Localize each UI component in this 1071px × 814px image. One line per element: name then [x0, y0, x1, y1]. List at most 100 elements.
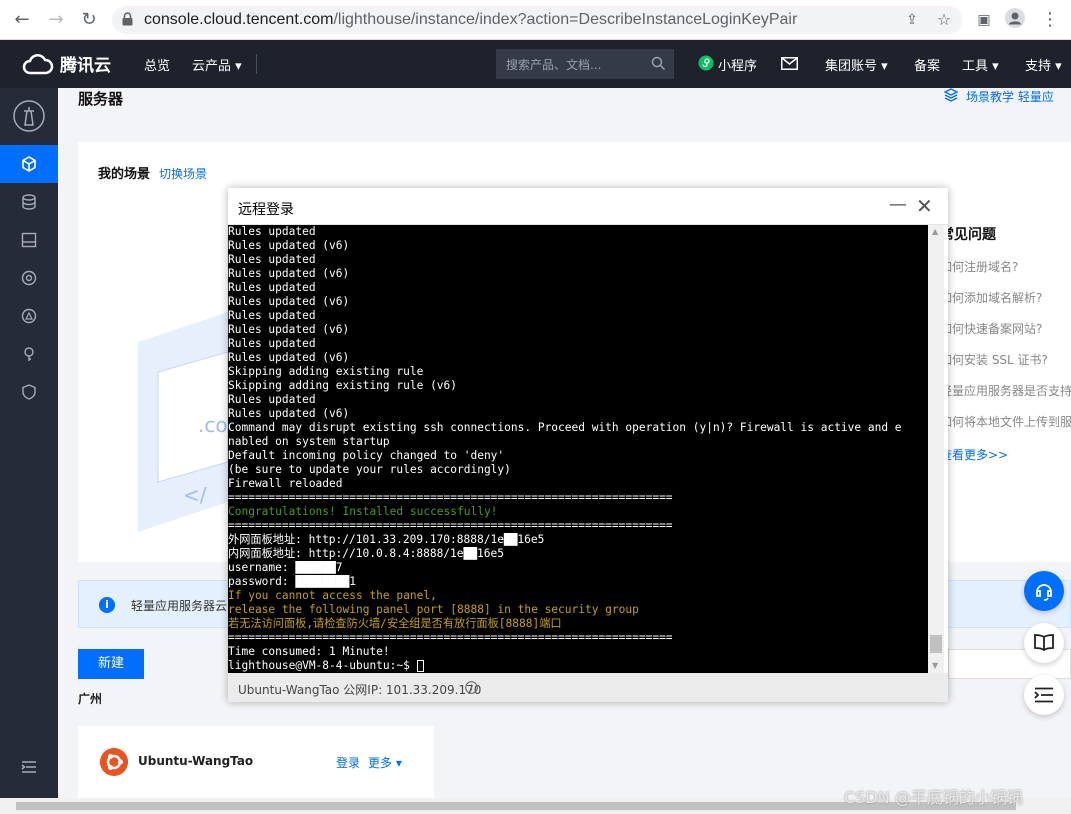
menu-kebab-icon[interactable]: ⋮	[1038, 8, 1062, 32]
forward-arrow-icon[interactable]: →	[44, 8, 68, 32]
faq-item[interactable]: 如何添加域名解析?	[940, 289, 1071, 306]
info-text: 轻量应用服务器云	[131, 599, 228, 613]
terminal-line: (be sure to update your rules accordingl…	[228, 463, 511, 476]
svg-text:.co: .co	[198, 413, 228, 437]
more-dropdown[interactable]: 更多 ▾	[368, 754, 402, 771]
sidebar-collapse[interactable]	[0, 748, 58, 786]
region-label: 广州	[78, 692, 103, 706]
faq-panel: 常见问题 如何注册域名? 如何添加域名解析? 如何快速备案网站? 如何安装 SS…	[940, 224, 1071, 463]
brand-name: 腾讯云	[60, 56, 111, 76]
page-title: 服务器	[78, 90, 124, 108]
terminal-line: ========================================…	[228, 631, 673, 644]
sidebar-item-servers[interactable]	[0, 145, 58, 183]
terminal-line: Time consumed: 1 Minute!	[228, 645, 390, 658]
instance-name[interactable]: Ubuntu-WangTao	[138, 754, 253, 768]
faq-item[interactable]: 轻量应用服务器是否支持	[940, 382, 1071, 399]
nav-group-account[interactable]: 集团账号 ▾	[825, 55, 888, 74]
database-icon	[22, 194, 36, 210]
sidebar-item-key[interactable]	[0, 335, 58, 373]
search-input[interactable]: 搜索产品、文档...	[496, 49, 674, 79]
nav-products[interactable]: 云产品 ▾	[192, 55, 242, 74]
dialog-footer: Ubuntu-WangTao 公网IP: 101.33.209.170	[228, 673, 948, 702]
customer-service-button[interactable]	[1024, 571, 1064, 611]
address-bar[interactable]: console.cloud.tencent.com/lighthouse/ins…	[112, 6, 962, 34]
sidebar-item-disk[interactable]	[0, 221, 58, 259]
url-path: /lighthouse/instance/index?action=Descri…	[333, 11, 798, 28]
terminal-line: password: ████████1	[228, 575, 356, 588]
watermark: CSDN @平底锅的小锅锅	[844, 788, 1023, 807]
scroll-up-icon[interactable]: ▲	[932, 227, 938, 236]
key-icon	[24, 347, 34, 361]
lighthouse-logo[interactable]	[0, 96, 58, 136]
headset-icon	[1036, 584, 1052, 601]
mini-program-icon	[698, 55, 714, 71]
instance-ip-text: Ubuntu-WangTao 公网IP: 101.33.209.170	[238, 683, 482, 697]
search-placeholder: 搜索产品、文档...	[506, 58, 602, 72]
mail-icon[interactable]	[781, 57, 798, 70]
tencent-cloud-logo[interactable]: 腾讯云	[22, 51, 111, 76]
terminal-line: Rules updated (v6)	[228, 267, 350, 280]
close-icon[interactable]: ✕	[916, 194, 933, 218]
new-instance-button[interactable]: 新建	[78, 649, 144, 679]
terminal-line: release the following panel port [8888] …	[228, 603, 639, 616]
sidebar-item-firewall[interactable]	[0, 373, 58, 411]
terminal-scrollbar[interactable]: ▲ ▼	[928, 225, 944, 673]
terminal-line: Rules updated	[228, 337, 316, 350]
collapse-list-button[interactable]	[1024, 675, 1064, 715]
scroll-thumb[interactable]	[930, 635, 942, 653]
faq-item[interactable]: 如何注册域名?	[940, 258, 1071, 275]
terminal-line: Rules updated	[228, 253, 316, 266]
terminal[interactable]: Rules updated Rules updated (v6) Rules upd…	[228, 225, 928, 673]
snapshot-icon	[21, 270, 37, 286]
profile-icon[interactable]	[1003, 8, 1027, 32]
faq-item[interactable]: 如何安装 SSL 证书?	[940, 351, 1071, 368]
faq-more-link[interactable]: 查看更多>>	[940, 446, 1071, 463]
scene-title: 我的场景	[98, 167, 151, 182]
terminal-line: Rules updated	[228, 281, 316, 294]
sidebar-item-database[interactable]	[0, 183, 58, 221]
terminal-line: 外网面板地址: http://101.33.209.170:8888/1e██1…	[228, 533, 545, 546]
sidebar-item-image[interactable]	[0, 297, 58, 335]
switch-scene-link[interactable]: 切换场景	[159, 165, 207, 182]
scene-tutorial-link[interactable]: 场景教学 轻量应	[966, 88, 1071, 105]
nav-support[interactable]: 支持 ▾	[1025, 55, 1062, 74]
scroll-down-icon[interactable]: ▼	[932, 661, 938, 670]
nav-divider	[256, 54, 257, 74]
instance-card[interactable]: Ubuntu-WangTao 登录 更多 ▾	[78, 726, 434, 798]
faq-item[interactable]: 如何快速备案网站?	[940, 320, 1071, 337]
image-icon	[21, 308, 37, 324]
browser-toolbar: ← → ↻ console.cloud.tencent.com/lighthou…	[0, 0, 1071, 40]
search-icon[interactable]	[651, 56, 666, 71]
list-collapse-icon	[1034, 687, 1053, 703]
terminal-line: ========================================…	[228, 491, 673, 504]
cloud-logo-icon	[22, 53, 54, 74]
reload-icon[interactable]: ↻	[77, 8, 101, 32]
info-circle-icon[interactable]	[465, 681, 478, 694]
faq-item[interactable]: 如何将本地文件上传到服	[940, 413, 1071, 430]
terminal-line: 内网面板地址: http://10.0.8.4:8888/1e██16e5	[228, 547, 504, 560]
nav-tools[interactable]: 工具 ▾	[962, 55, 999, 74]
book-icon	[1034, 634, 1054, 652]
side-panel-icon[interactable]: ▣	[972, 8, 996, 32]
sidebar-item-snapshot[interactable]	[0, 259, 58, 297]
terminal-line: Rules updated (v6)	[228, 407, 350, 420]
minimize-icon[interactable]: —	[889, 194, 907, 215]
docs-button[interactable]	[1024, 623, 1064, 663]
login-link[interactable]: 登录	[336, 754, 360, 771]
terminal-line: Rules updated	[228, 393, 316, 406]
nav-overview[interactable]: 总览	[144, 55, 170, 74]
bookmark-star-icon[interactable]: ☆	[932, 8, 956, 32]
nav-filing[interactable]: 备案	[914, 55, 940, 74]
terminal-line: Rules updated (v6)	[228, 295, 350, 308]
terminal-line: Rules updated	[228, 309, 316, 322]
terminal-line: Skipping adding existing rule (v6)	[228, 379, 458, 392]
terminal-line: Rules updated (v6)	[228, 351, 350, 364]
ubuntu-icon	[100, 748, 128, 776]
sidebar	[0, 88, 58, 798]
back-arrow-icon[interactable]: ←	[10, 8, 34, 32]
scene-illustration: .co </	[138, 312, 228, 532]
terminal-line: Congratulations! Installed successfully!	[228, 505, 498, 518]
nav-mini-program[interactable]: 小程序	[718, 55, 757, 74]
share-icon[interactable]: ⇪	[900, 8, 924, 32]
terminal-line: Command may disrupt existing ssh connect…	[228, 421, 902, 434]
